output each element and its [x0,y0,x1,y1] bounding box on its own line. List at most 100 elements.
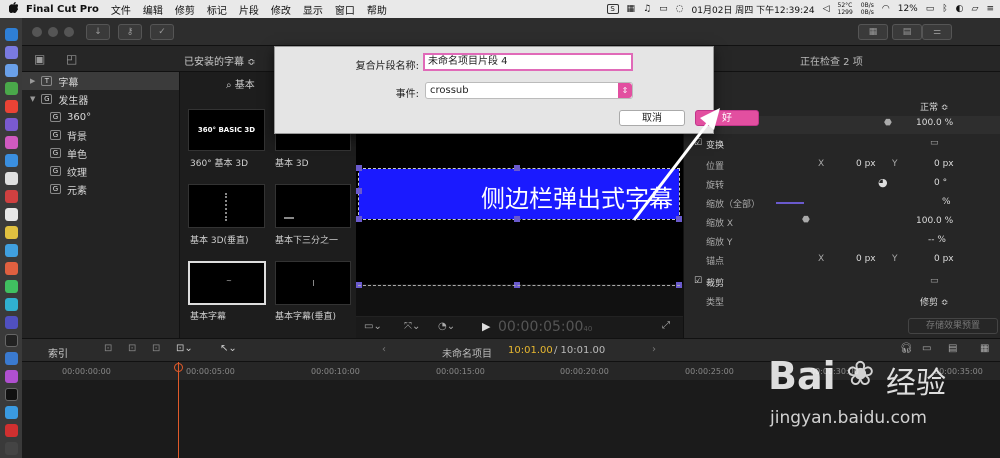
app-name-menu[interactable]: Final Cut Pro [26,4,99,15]
background-tasks-button[interactable]: ✓ [150,24,174,40]
speed-icon[interactable]: ◔⌄ [438,321,455,332]
browser-toggle-button[interactable]: ▤ [892,24,922,40]
bluetooth-icon[interactable]: ᛒ [942,4,947,14]
app-dock-icon[interactable] [5,280,18,293]
sidebar-item-elements[interactable]: G 元素 [50,180,87,198]
menu-modify[interactable]: 修改 [271,2,291,17]
app-dock-icon[interactable] [5,424,18,437]
app-dock-icon[interactable] [5,172,18,185]
opacity-value[interactable]: 100.0 % [916,118,953,128]
anchor-y-value[interactable]: 0 px [934,254,954,264]
handle[interactable] [514,216,520,222]
app-dock-icon[interactable] [5,154,18,167]
menu-help[interactable]: 帮助 [367,2,387,17]
crop-checkbox[interactable]: ☑ [694,276,702,286]
menu-window[interactable]: 窗口 [335,2,355,17]
network-monitor[interactable]: 0B/s 0B/s [861,2,874,16]
scale-x-slider-knob[interactable]: ⬣ [802,215,810,225]
launchpad-dock-icon[interactable] [5,46,18,59]
transform-tool-icon[interactable]: ⤧⌄ [404,321,420,332]
wifi-icon[interactable]: ◠ [882,4,890,14]
sidebar-item-solids[interactable]: G 单色 [50,144,87,162]
app-dock-icon[interactable] [5,136,18,149]
menu-mark[interactable]: 标记 [207,2,227,17]
app-dock-icon[interactable] [5,226,18,239]
fullscreen-icon[interactable]: ⤢ [662,320,670,331]
rotation-value[interactable]: 0 ° [934,178,947,188]
grid-status-icon[interactable]: ▦ [627,4,636,14]
app-dock-icon[interactable] [5,208,18,221]
playhead[interactable] [178,362,179,458]
scale-x-value[interactable]: 100.0 % [916,216,953,226]
timecode-display[interactable]: 00:00:05:0040 [498,319,592,335]
finder-dock-icon[interactable] [5,28,18,41]
menu-clip[interactable]: 片段 [239,2,259,17]
close-window-button[interactable] [32,27,42,37]
s-status-icon[interactable]: S [606,4,619,14]
app-dock-icon[interactable] [5,262,18,275]
app-dock-icon[interactable] [5,82,18,95]
sidebar-item-backgrounds[interactable]: G 背景 [50,126,87,144]
crop-type-select[interactable]: 修剪 ≎ [920,295,948,308]
sidebar-item-textures[interactable]: G 纹理 [50,162,87,180]
select-tool-icon[interactable]: ↖⌄ [220,343,237,354]
rotation-dial-icon[interactable]: ◕ [878,176,888,189]
menu-view[interactable]: 显示 [303,2,323,17]
sidebar-item-titles[interactable]: ▶ T 字幕 [22,72,179,90]
menu-file[interactable]: 文件 [111,2,131,17]
sound-icon[interactable]: ◁ [823,4,830,14]
title-thumb-basic-title-vertical[interactable] [275,261,351,305]
menu-extra-icon[interactable]: ◐ [956,4,964,14]
handle[interactable] [514,165,520,171]
title-thumb-basic-lower-third[interactable] [275,184,351,228]
opacity-slider-knob[interactable]: ⬣ [884,118,892,128]
play-button[interactable]: ▶ [482,320,490,333]
apple-icon[interactable] [0,2,26,16]
app-dock-icon[interactable] [5,370,18,383]
airplay-icon[interactable]: ▱ [972,4,979,14]
sidebar-item-360[interactable]: G 360° [50,108,91,126]
minimize-window-button[interactable] [48,27,58,37]
transform-onscreen-icon[interactable]: ▭ [930,138,939,148]
installed-titles-filter[interactable]: 已安装的字幕 ≎ [184,53,256,68]
battery-icon[interactable]: ▭ [926,4,935,14]
title-thumb-basic-title[interactable]: ~ [188,261,266,305]
view-options-icon[interactable]: ▭⌄ [364,321,382,332]
crop-onscreen-icon[interactable]: ▭ [930,276,939,286]
menu-edit[interactable]: 编辑 [143,2,163,17]
layout-toggle-button[interactable]: ▦ [858,24,888,40]
chrome-dock-icon[interactable] [5,100,18,113]
app-dock-icon[interactable] [5,118,18,131]
import-button[interactable]: ↓ [86,24,110,40]
insert-clip-icon[interactable]: ⊡ [128,343,136,354]
anchor-x-value[interactable]: 0 px [856,254,876,264]
save-effects-preset-button[interactable]: 存储效果预置 [908,318,998,334]
clip-name-field[interactable]: 未命名项目片段 4 [423,53,633,71]
music-icon[interactable]: ♫ [643,4,651,14]
cpu-monitor[interactable]: 52°C 1299 [838,2,853,16]
apple-tv-dock-icon[interactable] [5,388,18,401]
final-cut-dock-icon[interactable] [5,334,18,347]
title-thumb-360-basic-3d[interactable]: 360° BASIC 3D [188,109,265,151]
app-dock-icon[interactable] [5,244,18,257]
menu-trim[interactable]: 修剪 [175,2,195,17]
forward-icon[interactable]: › [652,344,656,355]
app-dock-icon[interactable] [5,442,18,455]
title-thumb-basic-3d-vertical[interactable] [188,184,265,228]
append-clip-icon[interactable]: ⊡ [152,343,160,354]
scale-y-value[interactable]: -- % [928,235,946,245]
connect-clip-icon[interactable]: ⊡ [104,343,112,354]
inspector-toggle-button[interactable]: ⚌ [922,24,952,40]
blend-mode-select[interactable]: 正常 ≎ [920,100,948,113]
sidebar-item-generators[interactable]: ▼ G 发生器 [30,90,88,108]
handle[interactable] [356,216,362,222]
scale-all-value[interactable]: % [942,197,951,207]
battery-app-icon[interactable]: ▭ [659,4,668,14]
playhead-handle[interactable] [174,363,183,372]
datetime[interactable]: 01月02日 周四 下午12:39:24 [692,3,815,16]
handle[interactable] [356,188,362,194]
app-dock-icon[interactable] [5,352,18,365]
keywords-button[interactable]: ⚷ [118,24,142,40]
overwrite-clip-icon[interactable]: ⊡⌄ [176,343,193,354]
app-dock-icon[interactable] [5,190,18,203]
